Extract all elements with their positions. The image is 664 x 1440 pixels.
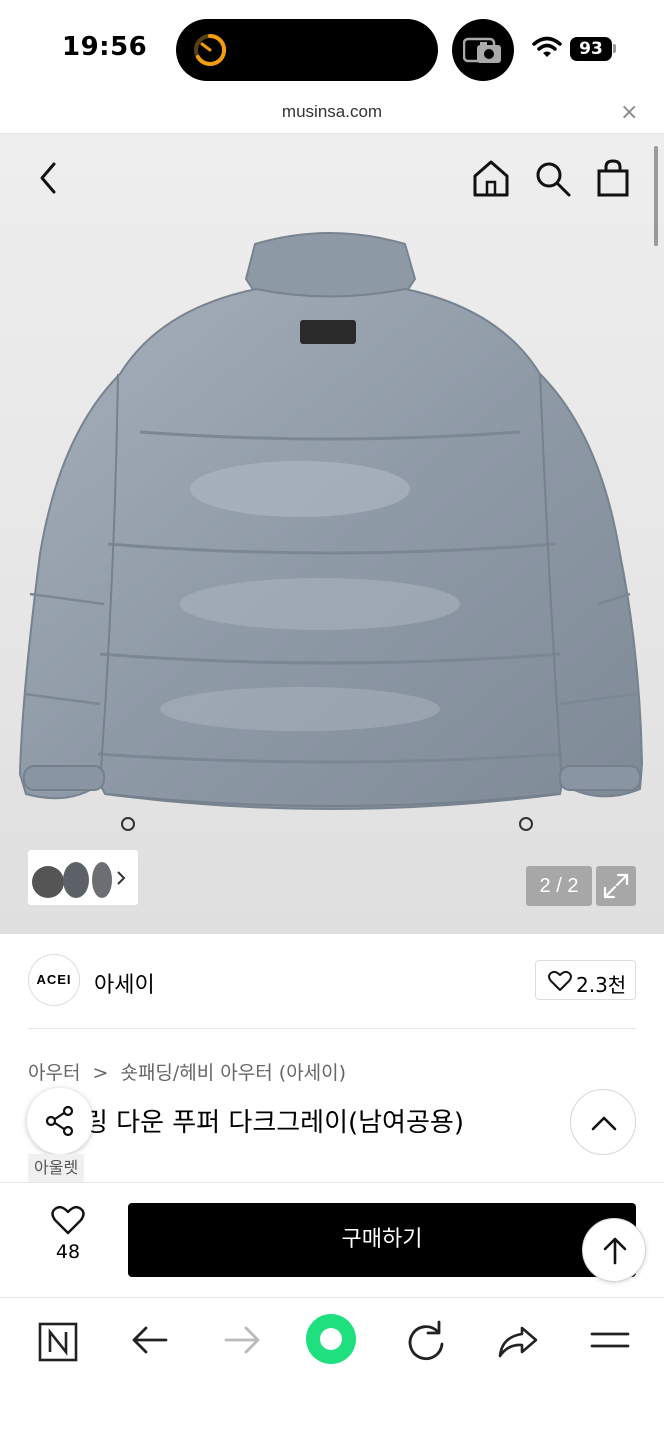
camera-icon	[463, 37, 501, 63]
home-icon[interactable]	[472, 158, 510, 198]
wifi-icon	[532, 36, 562, 57]
green-dot-icon	[306, 1314, 356, 1364]
forward-button[interactable]	[216, 1316, 272, 1372]
breadcrumb: 아우터 > 숏패딩/헤비 아우터 (아세이)	[28, 1058, 346, 1085]
brand-row: ACEI 아세이 2.3천	[0, 934, 664, 1030]
dynamic-island[interactable]	[176, 19, 438, 81]
image-counter: 2 / 2	[526, 866, 592, 906]
close-icon[interactable]: ×	[620, 102, 638, 124]
naver-home-button[interactable]	[32, 1316, 88, 1372]
share-arrow-icon	[498, 1326, 538, 1358]
battery-nub	[613, 44, 616, 53]
outlet-badge: 아울렛	[28, 1154, 85, 1182]
share-icon	[45, 1105, 74, 1137]
breadcrumb-separator: >	[92, 1062, 109, 1084]
share-button[interactable]	[27, 1088, 93, 1154]
scroll-to-top-button[interactable]	[582, 1218, 646, 1282]
scroll-indicator	[654, 146, 658, 246]
purchase-bar: 48 구매하기	[0, 1182, 664, 1298]
status-bar: 19:56 93	[0, 0, 664, 98]
buy-button[interactable]: 구매하기	[128, 1203, 636, 1277]
browser-toolbar	[0, 1298, 664, 1440]
shopping-bag-icon[interactable]	[596, 158, 630, 198]
breadcrumb-item[interactable]: 아우터	[28, 1058, 80, 1085]
product-image-carousel[interactable]: 2 / 2	[0, 134, 664, 934]
expand-button[interactable]	[596, 866, 636, 906]
status-time: 19:56	[62, 32, 148, 62]
divider	[28, 1028, 636, 1029]
arrow-right-icon	[224, 1326, 260, 1354]
brand-logo[interactable]: ACEI	[28, 954, 80, 1006]
green-dot-button[interactable]	[304, 1312, 358, 1366]
heart-icon	[548, 970, 572, 991]
product-title: 링 다운 푸퍼 다크그레이(남여공용)	[28, 1102, 464, 1139]
url-bar[interactable]: musinsa.com ×	[0, 98, 664, 134]
back-button[interactable]	[124, 1316, 180, 1372]
chevron-up-icon	[591, 1116, 617, 1131]
arrow-up-icon	[603, 1237, 627, 1265]
battery-indicator: 93	[570, 37, 612, 61]
screen-recording-indicator[interactable]	[452, 19, 514, 81]
menu-icon	[590, 1332, 630, 1348]
wishlist-count: 48	[55, 1241, 81, 1263]
timer-icon	[194, 33, 227, 66]
expand-icon	[603, 873, 629, 899]
brand-like-count: 2.3천	[576, 973, 627, 997]
brand-like-button[interactable]: 2.3천	[535, 960, 636, 1000]
reload-icon	[408, 1320, 444, 1361]
heart-icon	[51, 1205, 85, 1235]
share-page-button[interactable]	[492, 1316, 548, 1372]
search-icon[interactable]	[534, 160, 572, 198]
thumbnail-images	[32, 862, 126, 898]
back-chevron-icon[interactable]	[32, 160, 64, 196]
reload-button[interactable]	[400, 1316, 456, 1372]
arrow-left-icon	[132, 1326, 168, 1354]
url-text[interactable]: musinsa.com	[0, 102, 664, 122]
collapse-button[interactable]	[570, 1089, 636, 1155]
wishlist-button[interactable]: 48	[40, 1205, 96, 1269]
product-title-text: 링 다운 푸퍼 다크그레이(남여공용)	[84, 1108, 464, 1138]
brand-name[interactable]: 아세이	[94, 967, 155, 999]
breadcrumb-item[interactable]: 숏패딩/헤비 아우터 (아세이)	[120, 1058, 346, 1085]
naver-icon	[38, 1322, 78, 1362]
product-image	[18, 232, 644, 831]
thumbnail-strip[interactable]	[28, 850, 138, 905]
menu-button[interactable]	[584, 1316, 640, 1372]
